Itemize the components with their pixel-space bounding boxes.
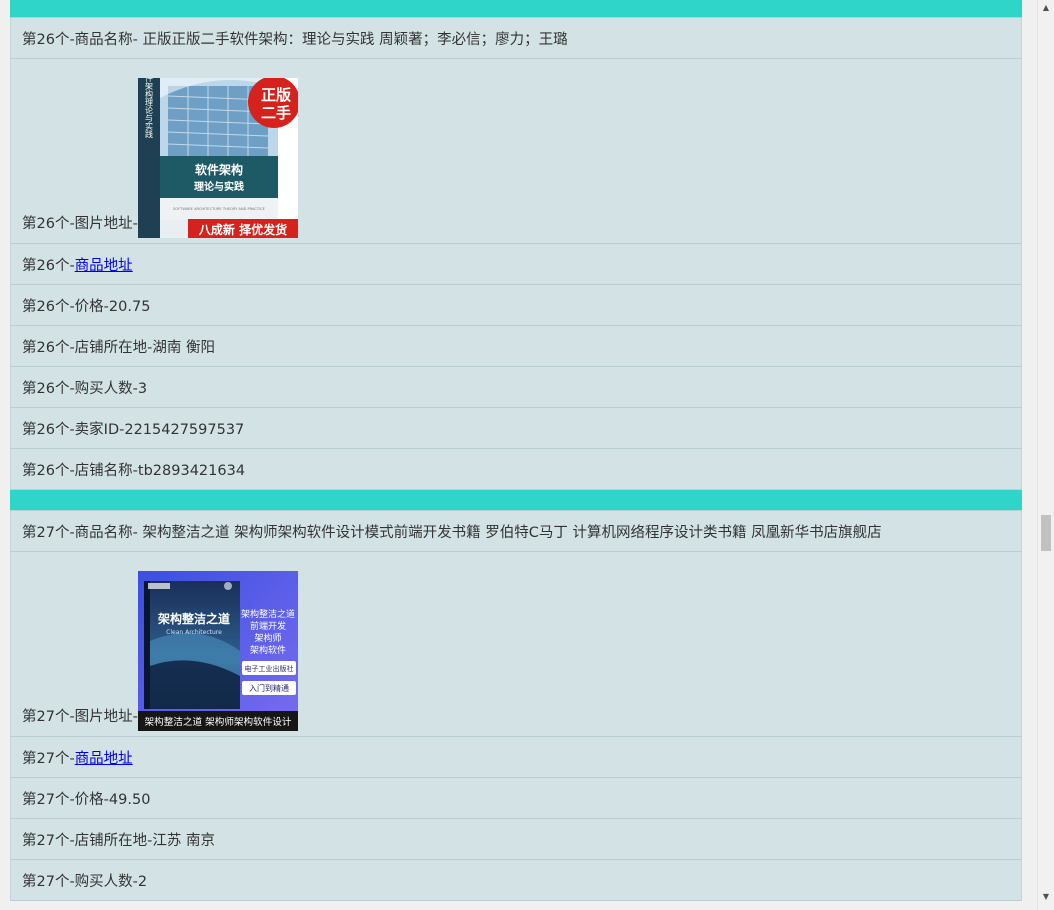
item-26-location-row: 第26个-店铺所在地-湖南 衡阳 xyxy=(10,326,1022,367)
item-26-badge-bottom: 二手 xyxy=(261,104,291,122)
item-26-price-row: 第26个-价格-20.75 xyxy=(10,285,1022,326)
item-27-side-2: 前端开发 xyxy=(250,620,286,632)
item-27-location-text: 第27个-店铺所在地-江苏 南京 xyxy=(22,832,216,849)
item-26-shop-row: 第26个-店铺名称-tb2893421634 xyxy=(10,449,1022,490)
item-27-location-row: 第27个-店铺所在地-江苏 南京 xyxy=(10,819,1022,860)
item-27-side-1: 架构整洁之道 xyxy=(241,608,295,620)
scroll-up-arrow-icon[interactable]: ▲ xyxy=(1038,1,1054,15)
item-26-name-row: 第26个-商品名称- 正版正版二手软件架构：理论与实践 周颖著；李必信；廖力；王… xyxy=(10,18,1022,59)
item-separator-bar xyxy=(10,0,1022,18)
item-27-publisher: 电子工业出版社 xyxy=(244,664,293,673)
product-list: 第26个-商品名称- 正版正版二手软件架构：理论与实践 周颖著；李必信；廖力；王… xyxy=(10,0,1022,901)
item-separator-bar xyxy=(10,490,1022,511)
item-26-cover-title-2: 理论与实践 xyxy=(194,180,244,193)
scroll-down-arrow-icon[interactable]: ▼ xyxy=(1038,890,1054,904)
item-26-seller-row: 第26个-卖家ID-2215427597537 xyxy=(10,408,1022,449)
item-27-cover-title: 架构整洁之道 xyxy=(157,611,230,626)
item-27-name-row: 第27个-商品名称- 架构整洁之道 架构师架构软件设计模式前端开发书籍 罗伯特C… xyxy=(10,511,1022,552)
item-26-name-text: 第26个-商品名称- 正版正版二手软件架构：理论与实践 周颖著；李必信；廖力；王… xyxy=(22,31,568,48)
item-27-name-text: 第27个-商品名称- 架构整洁之道 架构师架构软件设计模式前端开发书籍 罗伯特C… xyxy=(22,524,882,541)
item-27-tag: 入门到精通 xyxy=(249,683,289,693)
item-26-link-row: 第26个- 商品地址 xyxy=(10,244,1022,285)
item-27-link-prefix: 第27个- xyxy=(22,750,75,767)
item-27-product-image[interactable]: 架构整洁之道 Clean Architecture 架构整洁之道 前端开发 架构… xyxy=(137,571,298,731)
item-26-product-image[interactable]: 软件架构理论与实践 软件架构 理论与实践 SOFTWARE ARCHITECTU… xyxy=(137,78,298,238)
item-26-seller-text: 第26个-卖家ID-2215427597537 xyxy=(22,421,245,438)
item-26-cover-english: SOFTWARE ARCHITECTURE THEORY AND PRACTIC… xyxy=(173,207,266,211)
item-27-buyers-text: 第27个-购买人数-2 xyxy=(22,873,148,890)
item-27-product-link[interactable]: 商品地址 xyxy=(75,747,133,768)
item-26-cover-spine: 软件架构理论与实践 xyxy=(144,78,153,138)
item-27-cover-subtitle: Clean Architecture xyxy=(166,629,222,636)
vertical-scrollbar[interactable]: ▲ ▼ xyxy=(1037,0,1054,910)
item-26-link-prefix: 第26个- xyxy=(22,257,75,274)
item-27-image-label: 第27个-图片地址- xyxy=(22,709,138,725)
item-27-side-4: 架构软件 xyxy=(250,644,286,656)
item-26-buyers-row: 第26个-购买人数-3 xyxy=(10,367,1022,408)
item-26-cover-title-1: 软件架构 xyxy=(195,162,243,177)
item-27-price-row: 第27个-价格-49.50 xyxy=(10,778,1022,819)
item-26-banner: 八成新 择优发货 xyxy=(198,222,287,237)
item-26-badge-top: 正版 xyxy=(261,86,291,104)
scrollbar-thumb[interactable] xyxy=(1041,515,1051,551)
item-26-buyers-text: 第26个-购买人数-3 xyxy=(22,380,148,397)
item-27-link-row: 第27个- 商品地址 xyxy=(10,737,1022,778)
item-26-image-row: 第26个-图片地址- 软件架构理论与实践 软件架构 理论与实践 SOFTWARE… xyxy=(10,59,1022,244)
item-27-buyers-row: 第27个-购买人数-2 xyxy=(10,860,1022,901)
item-26-image-label: 第26个-图片地址- xyxy=(22,216,138,232)
item-26-location-text: 第26个-店铺所在地-湖南 衡阳 xyxy=(22,339,216,356)
item-26-price-text: 第26个-价格-20.75 xyxy=(22,298,151,315)
product-list-viewport: 第26个-商品名称- 正版正版二手软件架构：理论与实践 周颖著；李必信；廖力；王… xyxy=(0,0,1037,910)
item-27-price-text: 第27个-价格-49.50 xyxy=(22,791,151,808)
item-27-banner: 架构整洁之道 架构师架构软件设计 xyxy=(144,716,291,728)
item-26-product-link[interactable]: 商品地址 xyxy=(75,254,133,275)
item-26-shop-text: 第26个-店铺名称-tb2893421634 xyxy=(22,462,246,479)
item-27-image-row: 第27个-图片地址- 架构整洁之道 Clean Architecture 架构整… xyxy=(10,552,1022,737)
item-27-side-3: 架构师 xyxy=(254,632,281,644)
